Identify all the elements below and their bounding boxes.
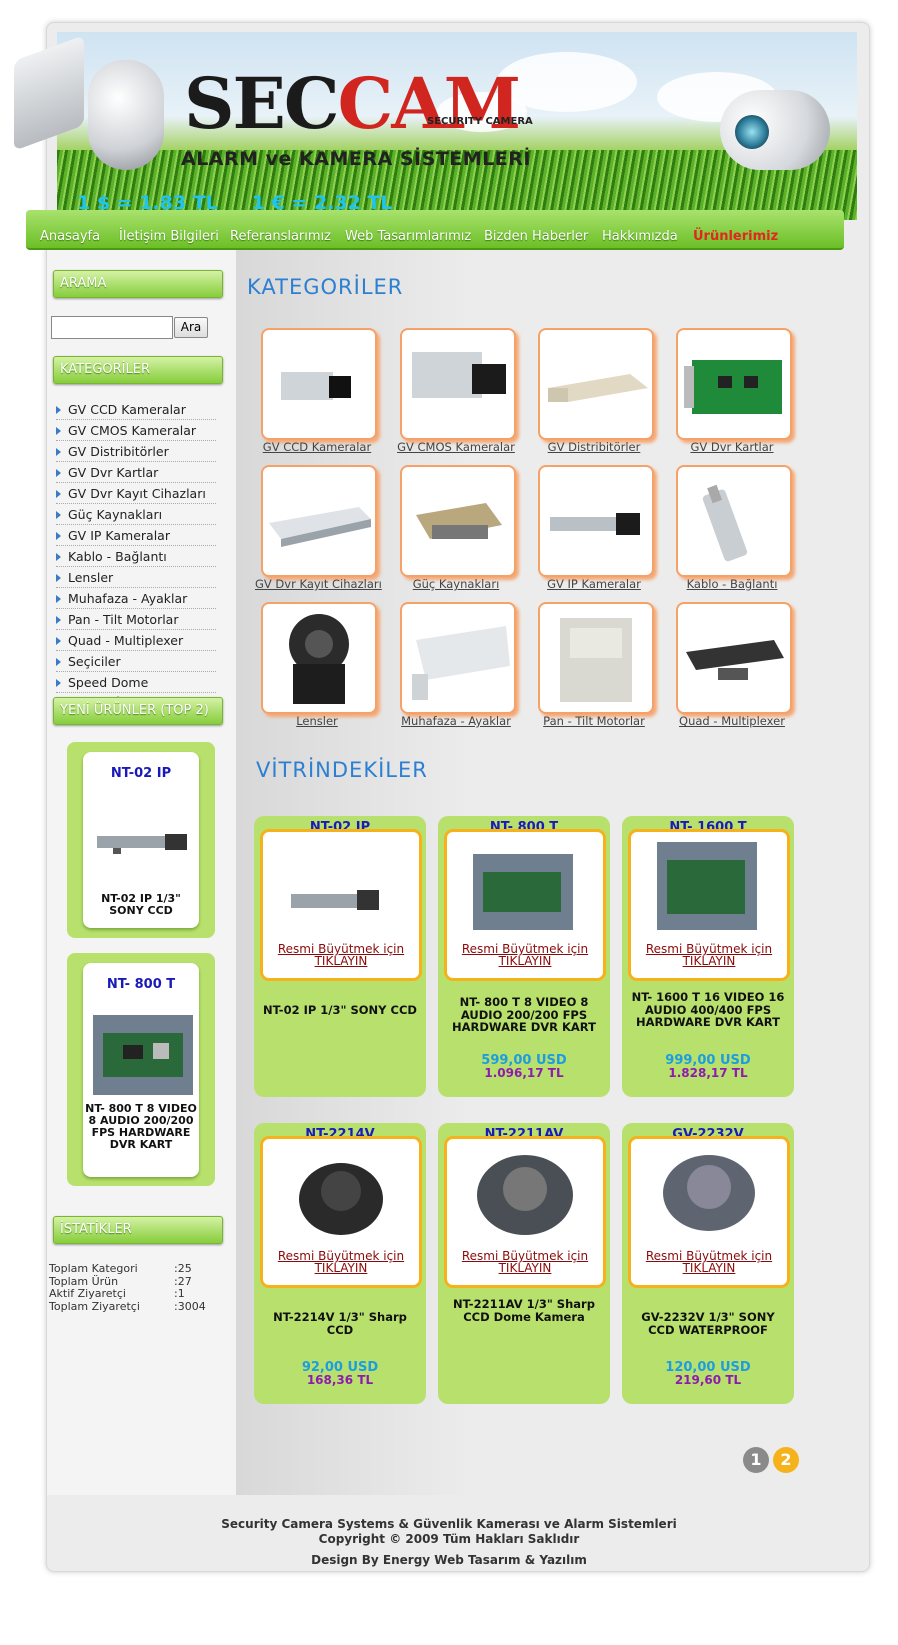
product-price-tl: 1.828,17 TL: [668, 1066, 748, 1080]
nav-web-tasarimlar[interactable]: Web Tasarımlarımız: [345, 229, 471, 244]
product-price-tl: 168,36 TL: [306, 1373, 374, 1387]
site-subtitle: ALARM ve KAMERA SİSTEMLERİ: [181, 148, 531, 170]
category-link[interactable]: GV Dvr Kayıt Cihazları: [56, 484, 216, 504]
nav-iletisim[interactable]: İletişim Bilgileri: [119, 229, 219, 244]
product-image[interactable]: Resmi Büyütmek için TIKLAYIN: [628, 1136, 790, 1288]
categories-heading: KATEGORİLER: [53, 356, 223, 384]
enlarge-image-link[interactable]: Resmi Büyütmek için TIKLAYIN: [447, 1250, 603, 1274]
new-product-image[interactable]: [93, 792, 189, 870]
product-image[interactable]: Resmi Büyütmek için TIKLAYIN: [628, 829, 790, 981]
category-link[interactable]: Lensler: [56, 568, 216, 588]
enlarge-image-link[interactable]: Resmi Büyütmek için TIKLAYIN: [263, 943, 419, 967]
footer-line-1: Security Camera Systems & Güvenlik Kamer…: [221, 1517, 677, 1531]
product-desc: NT- 800 T 8 VIDEO 8 AUDIO 200/200 FPS HA…: [451, 995, 596, 1034]
categories-section-title: KATEGORİLER: [247, 275, 404, 299]
category-link[interactable]: Güç Kaynakları: [56, 505, 216, 525]
category-link[interactable]: Speed Dome Kameralar: [56, 673, 216, 709]
showcase-section-title: VİTRİNDEKİLER: [256, 758, 428, 782]
nav-hakkimizda[interactable]: Hakkımızda: [602, 229, 678, 244]
page-1-button[interactable]: 1: [743, 1447, 769, 1473]
stat-value: :1: [174, 1287, 185, 1300]
new-product-desc: NT- 800 T 8 VIDEO 8 AUDIO 200/200 FPS HA…: [85, 1102, 197, 1151]
stat-label: Toplam Kategori: [49, 1262, 138, 1275]
category-link[interactable]: GV CMOS Kameralar: [56, 421, 216, 441]
product-card[interactable]: NT-2214V Resmi Büyütmek için TIKLAYIN NT…: [254, 1123, 426, 1404]
stat-value: :25: [174, 1262, 192, 1275]
category-link[interactable]: Kablo - Bağlantı: [56, 547, 216, 567]
footer-design: Design By Energy Web Tasarım & Yazılım: [311, 1553, 587, 1567]
category-link[interactable]: Pan - Tilt Motorlar: [56, 610, 216, 630]
main-nav: Anasayfa İletişim Bilgileri Referansları…: [26, 210, 844, 250]
dome-camera-image: [88, 60, 164, 170]
page-2-button[interactable]: 2: [773, 1447, 799, 1473]
new-product-name[interactable]: NT-02 IP: [83, 766, 199, 781]
product-desc: NT- 1600 T 16 VIDEO 16 AUDIO 400/400 FPS…: [631, 990, 785, 1029]
product-price-tl: 1.096,17 TL: [484, 1066, 564, 1080]
enlarge-image-link[interactable]: Resmi Büyütmek için TIKLAYIN: [631, 1250, 787, 1274]
camera-lens-image: [735, 115, 769, 149]
nav-haberler[interactable]: Bizden Haberler: [484, 229, 588, 244]
new-product-image[interactable]: [93, 1015, 193, 1095]
enlarge-image-link[interactable]: Resmi Büyütmek için TIKLAYIN: [447, 943, 603, 967]
stats-list: Toplam Kategori :25 Toplam Ürün :27 Aktif …: [49, 1262, 206, 1313]
category-link[interactable]: Quad - Multiplexer: [56, 631, 216, 651]
nav-urunlerimiz[interactable]: Ürünlerimiz: [693, 229, 778, 244]
new-product-card[interactable]: NT-02 IP NT-02 IP 1/3" SONY CCD: [67, 742, 215, 938]
product-card[interactable]: NT- 800 T Resmi Büyütmek için TIKLAYIN N…: [438, 816, 610, 1097]
site-logo[interactable]: SECCAM: [184, 62, 521, 145]
category-list: GV CCD Kameralar GV CMOS Kameralar GV Di…: [56, 400, 216, 709]
category-link[interactable]: GV CCD Kameralar: [56, 400, 216, 420]
product-card[interactable]: NT- 1600 T Resmi Büyütmek için TIKLAYIN …: [622, 816, 794, 1097]
new-product-card[interactable]: NT- 800 T NT- 800 T 8 VIDEO 8 AUDIO 200/…: [67, 953, 215, 1186]
product-desc: NT-2214V 1/3" Sharp CCD: [273, 1310, 407, 1337]
nav-anasayfa[interactable]: Anasayfa: [40, 229, 100, 244]
stat-label: Toplam Ziyaretçi: [49, 1299, 140, 1313]
product-desc: GV-2232V 1/3" SONY CCD WATERPROOF: [641, 1310, 775, 1337]
logo-tagline: SECURITY CAMERA: [427, 116, 533, 127]
enlarge-image-link[interactable]: Resmi Büyütmek için TIKLAYIN: [631, 943, 787, 967]
stat-value: :3004: [174, 1299, 206, 1313]
search-input[interactable]: [51, 316, 173, 339]
product-desc: NT-02 IP 1/3" SONY CCD: [263, 1003, 417, 1017]
product-image[interactable]: Resmi Büyütmek için TIKLAYIN: [444, 1136, 606, 1288]
product-image[interactable]: Resmi Büyütmek için TIKLAYIN: [260, 829, 422, 981]
product-price-tl: 219,60 TL: [674, 1373, 742, 1387]
product-image[interactable]: Resmi Büyütmek için TIKLAYIN: [260, 1136, 422, 1288]
footer-copyright: Copyright © 2009 Tüm Hakları Saklıdır: [318, 1532, 580, 1546]
category-link[interactable]: GV IP Kameralar: [56, 526, 216, 546]
category-link[interactable]: GV Dvr Kartlar: [56, 463, 216, 483]
category-link[interactable]: Muhafaza - Ayaklar: [56, 589, 216, 609]
new-products-heading: YENİ ÜRÜNLER (TOP 2): [53, 697, 223, 725]
product-card[interactable]: NT-2211AV Resmi Büyütmek için TIKLAYIN N…: [438, 1123, 610, 1404]
stat-label: Aktif Ziyaretçi: [49, 1287, 126, 1300]
product-desc: NT-2211AV 1/3" Sharp CCD Dome Kamera: [453, 1297, 595, 1324]
category-link[interactable]: Seçiciler: [56, 652, 216, 672]
search-button[interactable]: Ara: [174, 317, 208, 338]
product-card[interactable]: GV-2232V Resmi Büyütmek için TIKLAYIN GV…: [622, 1123, 794, 1404]
enlarge-image-link[interactable]: Resmi Büyütmek için TIKLAYIN: [263, 1250, 419, 1274]
stat-label: Toplam Ürün: [49, 1274, 119, 1288]
new-product-name[interactable]: NT- 800 T: [83, 977, 199, 992]
nav-referanslar[interactable]: Referanslarımız: [230, 229, 331, 244]
stat-value: :27: [174, 1274, 192, 1288]
new-product-desc: NT-02 IP 1/3" SONY CCD: [101, 892, 181, 917]
product-image[interactable]: Resmi Büyütmek için TIKLAYIN: [444, 829, 606, 981]
designer-link[interactable]: Energy Web Tasarım & Yazılım: [383, 1553, 587, 1567]
product-card[interactable]: NT-02 IP Resmi Büyütmek için TIKLAYIN NT…: [254, 816, 426, 1097]
search-heading: ARAMA: [53, 270, 223, 298]
category-link[interactable]: GV Distribitörler: [56, 442, 216, 462]
stats-heading: İSTATİKLER: [53, 1216, 223, 1244]
